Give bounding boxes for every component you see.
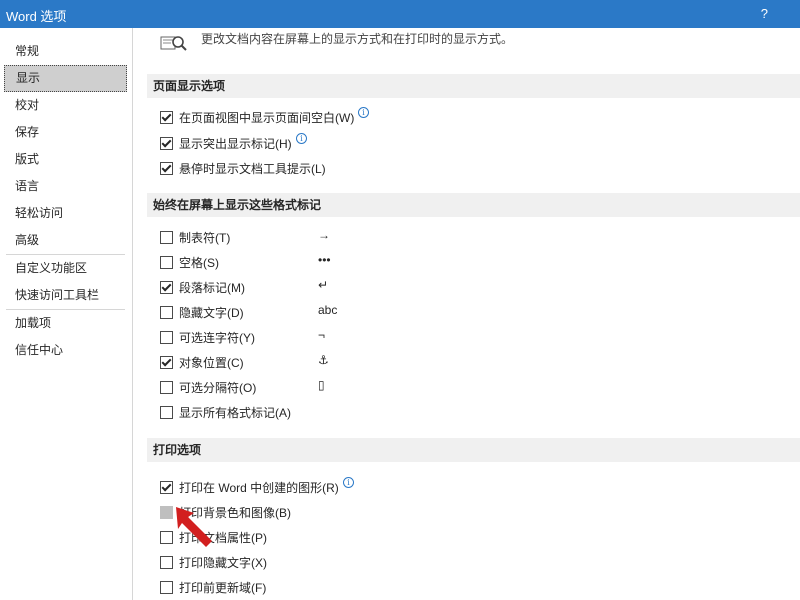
format-mark-symbol: ▯ bbox=[318, 378, 325, 392]
option-label[interactable]: 显示突出显示标记(H) bbox=[179, 135, 292, 152]
help-button[interactable]: ? bbox=[761, 6, 768, 21]
option-label[interactable]: 空格(S) bbox=[179, 254, 219, 271]
option-checkbox[interactable] bbox=[160, 406, 173, 419]
option-checkbox[interactable] bbox=[160, 581, 173, 594]
sidebar: 常规 显示 校对 保存 版式 语言 轻松访问 高级 自定义功能区 快速访问工具栏 加载项 信任中心 bbox=[0, 28, 133, 600]
description: 更改文档内容在屏幕上的显示方式和在打印时的显示方式。 bbox=[159, 32, 779, 54]
option-checkbox[interactable] bbox=[160, 331, 173, 344]
sidebar-item[interactable]: 快速访问工具栏 bbox=[4, 282, 127, 309]
info-icon: i bbox=[358, 107, 369, 118]
option-label[interactable]: 悬停时显示文档工具提示(L) bbox=[179, 160, 326, 177]
option-label[interactable]: 可选连字符(Y) bbox=[179, 329, 255, 346]
option-checkbox[interactable] bbox=[160, 481, 173, 494]
sidebar-item[interactable]: 轻松访问 bbox=[4, 200, 127, 227]
option-label[interactable]: 打印前更新域(F) bbox=[179, 579, 266, 596]
option-checkbox[interactable] bbox=[160, 256, 173, 269]
format-mark-symbol: → bbox=[318, 228, 330, 242]
magnifier-document-icon bbox=[160, 36, 187, 51]
option-label[interactable]: 在页面视图中显示页面间空白(W) bbox=[179, 109, 354, 126]
option-checkbox[interactable] bbox=[160, 281, 173, 294]
option-checkbox[interactable] bbox=[160, 111, 173, 124]
section-header: 页面显示选项 bbox=[147, 74, 800, 98]
format-mark-symbol: ⚓ bbox=[318, 353, 329, 367]
sidebar-item[interactable]: 常规 bbox=[4, 38, 127, 65]
format-mark-symbol: ¬ bbox=[318, 328, 326, 342]
info-icon: i bbox=[296, 132, 307, 144]
description-text: 更改文档内容在屏幕上的显示方式和在打印时的显示方式。 bbox=[201, 32, 514, 46]
option-label[interactable]: 隐藏文字(D) bbox=[179, 304, 244, 321]
sidebar-item[interactable]: 高级 bbox=[4, 227, 127, 254]
option-label[interactable]: 打印隐藏文字(X) bbox=[179, 554, 267, 571]
option-label[interactable]: 可选分隔符(O) bbox=[179, 379, 256, 396]
sidebar-nav: 常规 显示 校对 保存 版式 语言 轻松访问 高级 自定义功能区 快速访问工具栏 加载项 信任中心 bbox=[4, 38, 127, 364]
section-header: 始终在屏幕上显示这些格式标记 bbox=[147, 193, 800, 217]
option-checkbox[interactable] bbox=[160, 162, 173, 175]
option-checkbox[interactable] bbox=[160, 136, 173, 150]
sidebar-item[interactable]: 显示 bbox=[4, 65, 127, 92]
option-label[interactable]: 段落标记(M) bbox=[179, 279, 245, 296]
window-title: Word 选项 bbox=[6, 9, 67, 24]
section-header: 打印选项 bbox=[147, 438, 800, 462]
option-label[interactable]: 对象位置(C) bbox=[179, 354, 244, 371]
sidebar-item[interactable]: 自定义功能区 bbox=[4, 255, 127, 282]
option-label[interactable]: 打印在 Word 中创建的图形(R) bbox=[179, 479, 339, 496]
title-bar: Word 选项 ? bbox=[0, 0, 800, 28]
options-panel: 更改文档内容在屏幕上的显示方式和在打印时的显示方式。 页面显示选项在页面视图中显… bbox=[147, 28, 800, 600]
option-checkbox[interactable] bbox=[160, 381, 173, 394]
sidebar-item[interactable]: 加载项 bbox=[4, 310, 127, 337]
sidebar-item[interactable]: 保存 bbox=[4, 119, 127, 146]
option-checkbox[interactable] bbox=[160, 306, 173, 319]
sidebar-item[interactable]: 语言 bbox=[4, 173, 127, 200]
sidebar-item[interactable]: 校对 bbox=[4, 92, 127, 119]
red-arrow-icon bbox=[176, 507, 212, 547]
option-checkbox[interactable] bbox=[160, 231, 173, 244]
sidebar-item[interactable]: 信任中心 bbox=[4, 337, 127, 364]
option-label[interactable]: 制表符(T) bbox=[179, 229, 230, 246]
info-icon: i bbox=[343, 477, 354, 488]
format-mark-symbol: ••• bbox=[318, 253, 331, 267]
format-mark-symbol: abc bbox=[318, 303, 338, 317]
option-checkbox[interactable] bbox=[160, 356, 173, 369]
option-label[interactable]: 显示所有格式标记(A) bbox=[179, 404, 291, 421]
format-mark-symbol: ↵ bbox=[318, 278, 329, 292]
sidebar-item[interactable]: 版式 bbox=[4, 146, 127, 173]
option-checkbox[interactable] bbox=[160, 556, 173, 569]
